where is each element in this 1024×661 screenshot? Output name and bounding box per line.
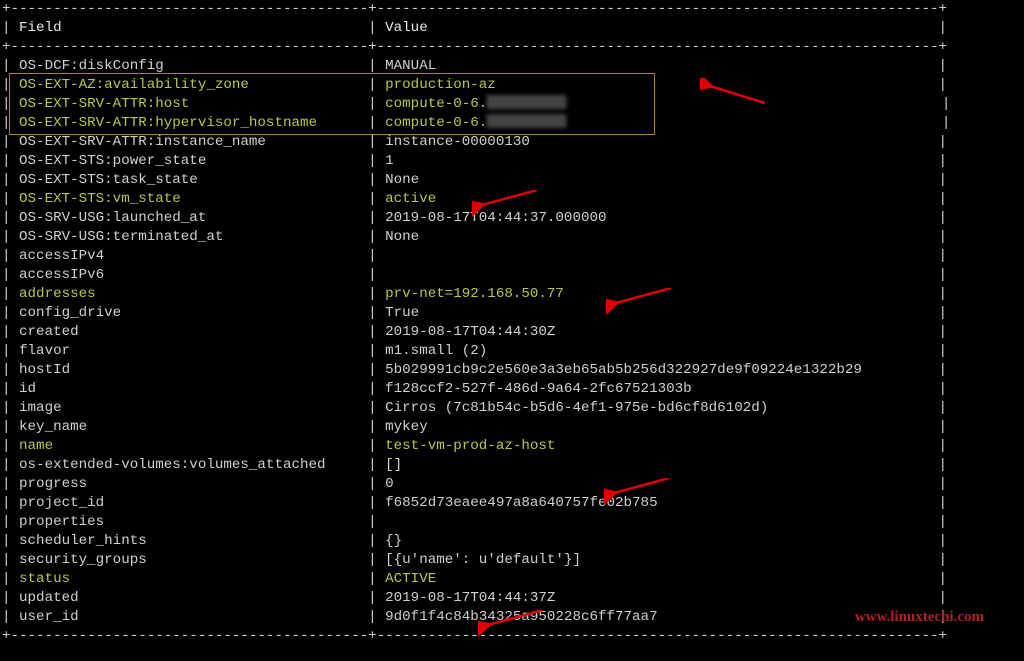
table-cell-field: updated [19,590,360,606]
table-cell-field: security_groups [19,552,360,568]
table-cell-field: OS-DCF:diskConfig [19,58,360,74]
table-cell-field: key_name [19,419,360,435]
table-cell-field: OS-EXT-SRV-ATTR:instance_name [19,134,360,150]
table-cell-field: flavor [19,343,360,359]
table-cell-field: accessIPv4 [19,248,360,264]
table-cell-field: OS-EXT-AZ:availability_zone [19,77,360,93]
table-cell-value: 2019-08-17T04:44:30Z [385,324,930,340]
table-cell-field: OS-SRV-USG:launched_at [19,210,360,226]
column-header-field: Field [19,20,360,36]
table-cell-value: m1.small (2) [385,343,930,359]
table-cell-field: status [19,571,360,587]
table-cell-field: addresses [19,286,360,302]
table-cell-value: instance-00000130 [385,134,930,150]
table-cell-field: config_drive [19,305,360,321]
table-cell-value: active [385,191,930,207]
table-cell-value: Cirros (7c81b54c-b5d6-4ef1-975e-bd6cf8d6… [385,400,930,416]
table-cell-value: {} [385,533,930,549]
table-cell-field: project_id [19,495,360,511]
table-cell-field: id [19,381,360,397]
table-cell-value: None [385,172,930,188]
column-header-value: Value [385,20,930,36]
table-cell-field: OS-EXT-STS:vm_state [19,191,360,207]
table-cell-value: 9d0f1f4c84b34325a950228c6ff77aa7 [385,609,930,625]
table-cell-field: accessIPv6 [19,267,360,283]
table-cell-field: OS-EXT-SRV-ATTR:host [19,96,360,112]
table-cell-value: production-az [385,77,930,93]
table-cell-field: OS-SRV-USG:terminated_at [19,229,360,245]
terminal-output: +---------------------------------------… [0,0,1024,646]
table-cell-value: True [385,305,930,321]
table-cell-field: os-extended-volumes:volumes_attached [19,457,360,473]
table-cell-field: OS-EXT-STS:power_state [19,153,360,169]
table-cell-value: None [385,229,930,245]
table-cell-field: name [19,438,360,454]
table-cell-field: scheduler_hints [19,533,360,549]
table-cell-value: compute-0-6. [385,96,487,112]
table-cell-field: hostId [19,362,360,378]
watermark: www.linuxtechi.com [855,608,984,627]
table-cell-value [385,514,930,530]
table-cell-value [385,267,930,283]
table-cell-value: prv-net=192.168.50.77 [385,286,930,302]
table-cell-field: OS-EXT-STS:task_state [19,172,360,188]
table-cell-value: f128ccf2-527f-486d-9a64-2fc67521303b [385,381,930,397]
table-cell-field: progress [19,476,360,492]
table-cell-value: mykey [385,419,930,435]
table-cell-field: properties [19,514,360,530]
table-cell-value: 2019-08-17T04:44:37.000000 [385,210,930,226]
table-cell-value: [] [385,457,930,473]
table-cell-value: 0 [385,476,930,492]
table-cell-value: 2019-08-17T04:44:37Z [385,590,930,606]
table-cell-value: test-vm-prod-az-host [385,438,930,454]
table-cell-field: image [19,400,360,416]
table-cell-value: f6852d73eaee497a8a640757fe02b785 [385,495,930,511]
table-cell-value: compute-0-6. [385,115,487,131]
table-cell-value: [{u'name': u'default'}] [385,552,930,568]
table-cell-value [385,248,930,264]
table-cell-value: MANUAL [385,58,930,74]
table-cell-value: 5b029991cb9c2e560e3a3eb65ab5b256d322927d… [385,362,930,378]
table-cell-field: OS-EXT-SRV-ATTR:hypervisor_hostname [19,115,360,131]
table-cell-field: user_id [19,609,360,625]
table-cell-value: ACTIVE [385,571,930,587]
table-cell-value: 1 [385,153,930,169]
table-cell-field: created [19,324,360,340]
